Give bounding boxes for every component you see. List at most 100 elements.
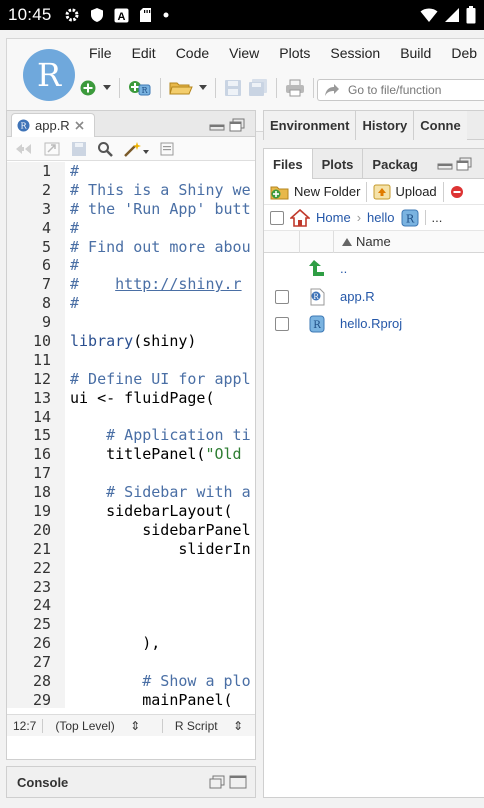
home-icon[interactable]: [290, 208, 310, 227]
search-icon[interactable]: [97, 141, 113, 157]
header-name-col[interactable]: Name: [334, 234, 391, 249]
new-project-icon[interactable]: R: [128, 79, 152, 97]
goto-file-input[interactable]: Go to file/function: [317, 79, 484, 101]
code-text: sidebarPanel: [70, 521, 250, 540]
menu-edit[interactable]: Edit: [122, 45, 166, 61]
print-icon[interactable]: [285, 79, 305, 97]
menu-build[interactable]: Build: [390, 45, 441, 61]
code-token: # Sidebar with a: [70, 483, 251, 502]
filetype-selector[interactable]: R Script ⇕: [161, 718, 255, 733]
delete-icon[interactable]: [450, 185, 464, 199]
code-token: ui <- fluidPage(: [70, 388, 215, 407]
r-project-icon[interactable]: R: [401, 209, 419, 227]
upload-button[interactable]: Upload: [373, 184, 437, 200]
line-number: 26: [32, 634, 51, 653]
parent-dir-row[interactable]: ..: [264, 253, 484, 283]
minimize-icon[interactable]: [437, 157, 453, 171]
file-row[interactable]: R hello.Rproj: [264, 310, 484, 337]
save-all-icon[interactable]: [248, 79, 268, 97]
code-text: titlePanel("Old: [70, 445, 241, 464]
settings-icon: [65, 8, 79, 22]
parent-dir-label[interactable]: ..: [334, 261, 347, 276]
code-token: # Find out more abou: [70, 237, 251, 256]
back-icon[interactable]: [15, 143, 33, 155]
code-line: 17: [7, 464, 255, 483]
breadcrumb-hello[interactable]: hello: [367, 210, 394, 225]
code-line: 9: [7, 313, 255, 332]
code-text: # http://shiny.r: [70, 275, 242, 294]
minimize-icon[interactable]: [209, 118, 225, 132]
menu-plots[interactable]: Plots: [269, 45, 320, 61]
r-logo: R: [23, 49, 75, 101]
select-all-checkbox[interactable]: [270, 210, 284, 225]
tab-packages[interactable]: Packag: [363, 149, 420, 179]
code-token: sliderIn: [70, 539, 251, 558]
console-pane[interactable]: Console: [6, 766, 256, 798]
goto-arrow-icon: [325, 84, 339, 96]
dropdown-caret-icon[interactable]: [199, 85, 207, 91]
tab-environment[interactable]: Environment: [264, 111, 357, 140]
menu-view[interactable]: View: [219, 45, 269, 61]
close-icon[interactable]: [75, 121, 84, 130]
line-number: 18: [32, 483, 51, 502]
code-line: 5 # Find out more abou: [7, 238, 255, 257]
breadcrumb-home[interactable]: Home: [316, 210, 351, 225]
code-text: ),: [70, 634, 160, 653]
line-number: 15: [32, 426, 51, 445]
code-line: 26 ),: [7, 634, 255, 653]
code-text: #: [70, 256, 79, 275]
wifi-icon: [420, 8, 438, 22]
new-folder-button[interactable]: New Folder: [270, 184, 360, 200]
file-checkbox[interactable]: [275, 316, 289, 331]
line-number: 27: [32, 653, 51, 672]
code-editor[interactable]: 1 #2 # This is a Shiny we 3 # the 'Run App' …: [7, 162, 255, 708]
svg-text:R: R: [20, 122, 27, 131]
outline-icon[interactable]: [159, 141, 175, 157]
tab-history[interactable]: History: [356, 111, 415, 140]
code-token: # Application ti: [70, 426, 251, 445]
save-icon[interactable]: [224, 79, 242, 97]
tab-app-r[interactable]: R app.R: [11, 113, 95, 137]
code-line: 24: [7, 596, 255, 615]
maximize-icon[interactable]: [456, 157, 472, 171]
menu-code[interactable]: Code: [166, 45, 219, 61]
code-token: # This is a Shiny we: [70, 180, 251, 199]
cursor-position: 12:7: [13, 718, 37, 733]
toolbar-separator: [160, 78, 161, 98]
code-lines: 1 #2 # This is a Shiny we 3 # the 'Run App' …: [7, 162, 255, 708]
line-number: 8: [41, 294, 51, 313]
new-file-icon[interactable]: [79, 79, 97, 97]
file-name[interactable]: app.R: [334, 289, 375, 304]
scope-selector[interactable]: (Top Level) ⇕: [42, 718, 152, 733]
code-line: 22: [7, 559, 255, 578]
file-row[interactable]: R app.R: [264, 283, 484, 310]
file-name[interactable]: hello.Rproj: [334, 316, 402, 331]
maximize-icon[interactable]: [229, 118, 245, 132]
line-number: 21: [32, 539, 51, 558]
tab-plots[interactable]: Plots: [313, 149, 364, 179]
file-checkbox[interactable]: [275, 289, 289, 304]
save-icon[interactable]: [71, 141, 87, 157]
tab-connections[interactable]: Conne: [414, 111, 467, 140]
code-text: #: [70, 162, 79, 181]
open-folder-icon[interactable]: [169, 79, 193, 97]
menu-debug[interactable]: Deb: [441, 45, 484, 61]
menu-file[interactable]: File: [79, 45, 122, 61]
toolbar-separator: [442, 181, 444, 202]
code-url[interactable]: http://shiny.r: [115, 275, 241, 293]
dropdown-caret-icon[interactable]: [103, 85, 111, 91]
magic-wand-icon[interactable]: [123, 141, 149, 157]
restore-icon[interactable]: [209, 775, 225, 789]
maximize-icon[interactable]: [229, 775, 247, 789]
code-line: 6 #: [7, 256, 255, 275]
more-button[interactable]: ...: [424, 210, 442, 225]
console-pane-controls: [209, 775, 247, 789]
show-in-window-icon[interactable]: [43, 141, 61, 157]
menu-bar: File Edit Code View Plots Session Build …: [79, 45, 484, 61]
header-checkbox-col: [264, 230, 300, 253]
tab-files[interactable]: Files: [264, 149, 313, 179]
code-token: # Show a plo: [70, 672, 251, 691]
menu-session[interactable]: Session: [320, 45, 390, 61]
code-token: titlePanel(: [70, 445, 206, 464]
line-number: 17: [32, 464, 51, 483]
